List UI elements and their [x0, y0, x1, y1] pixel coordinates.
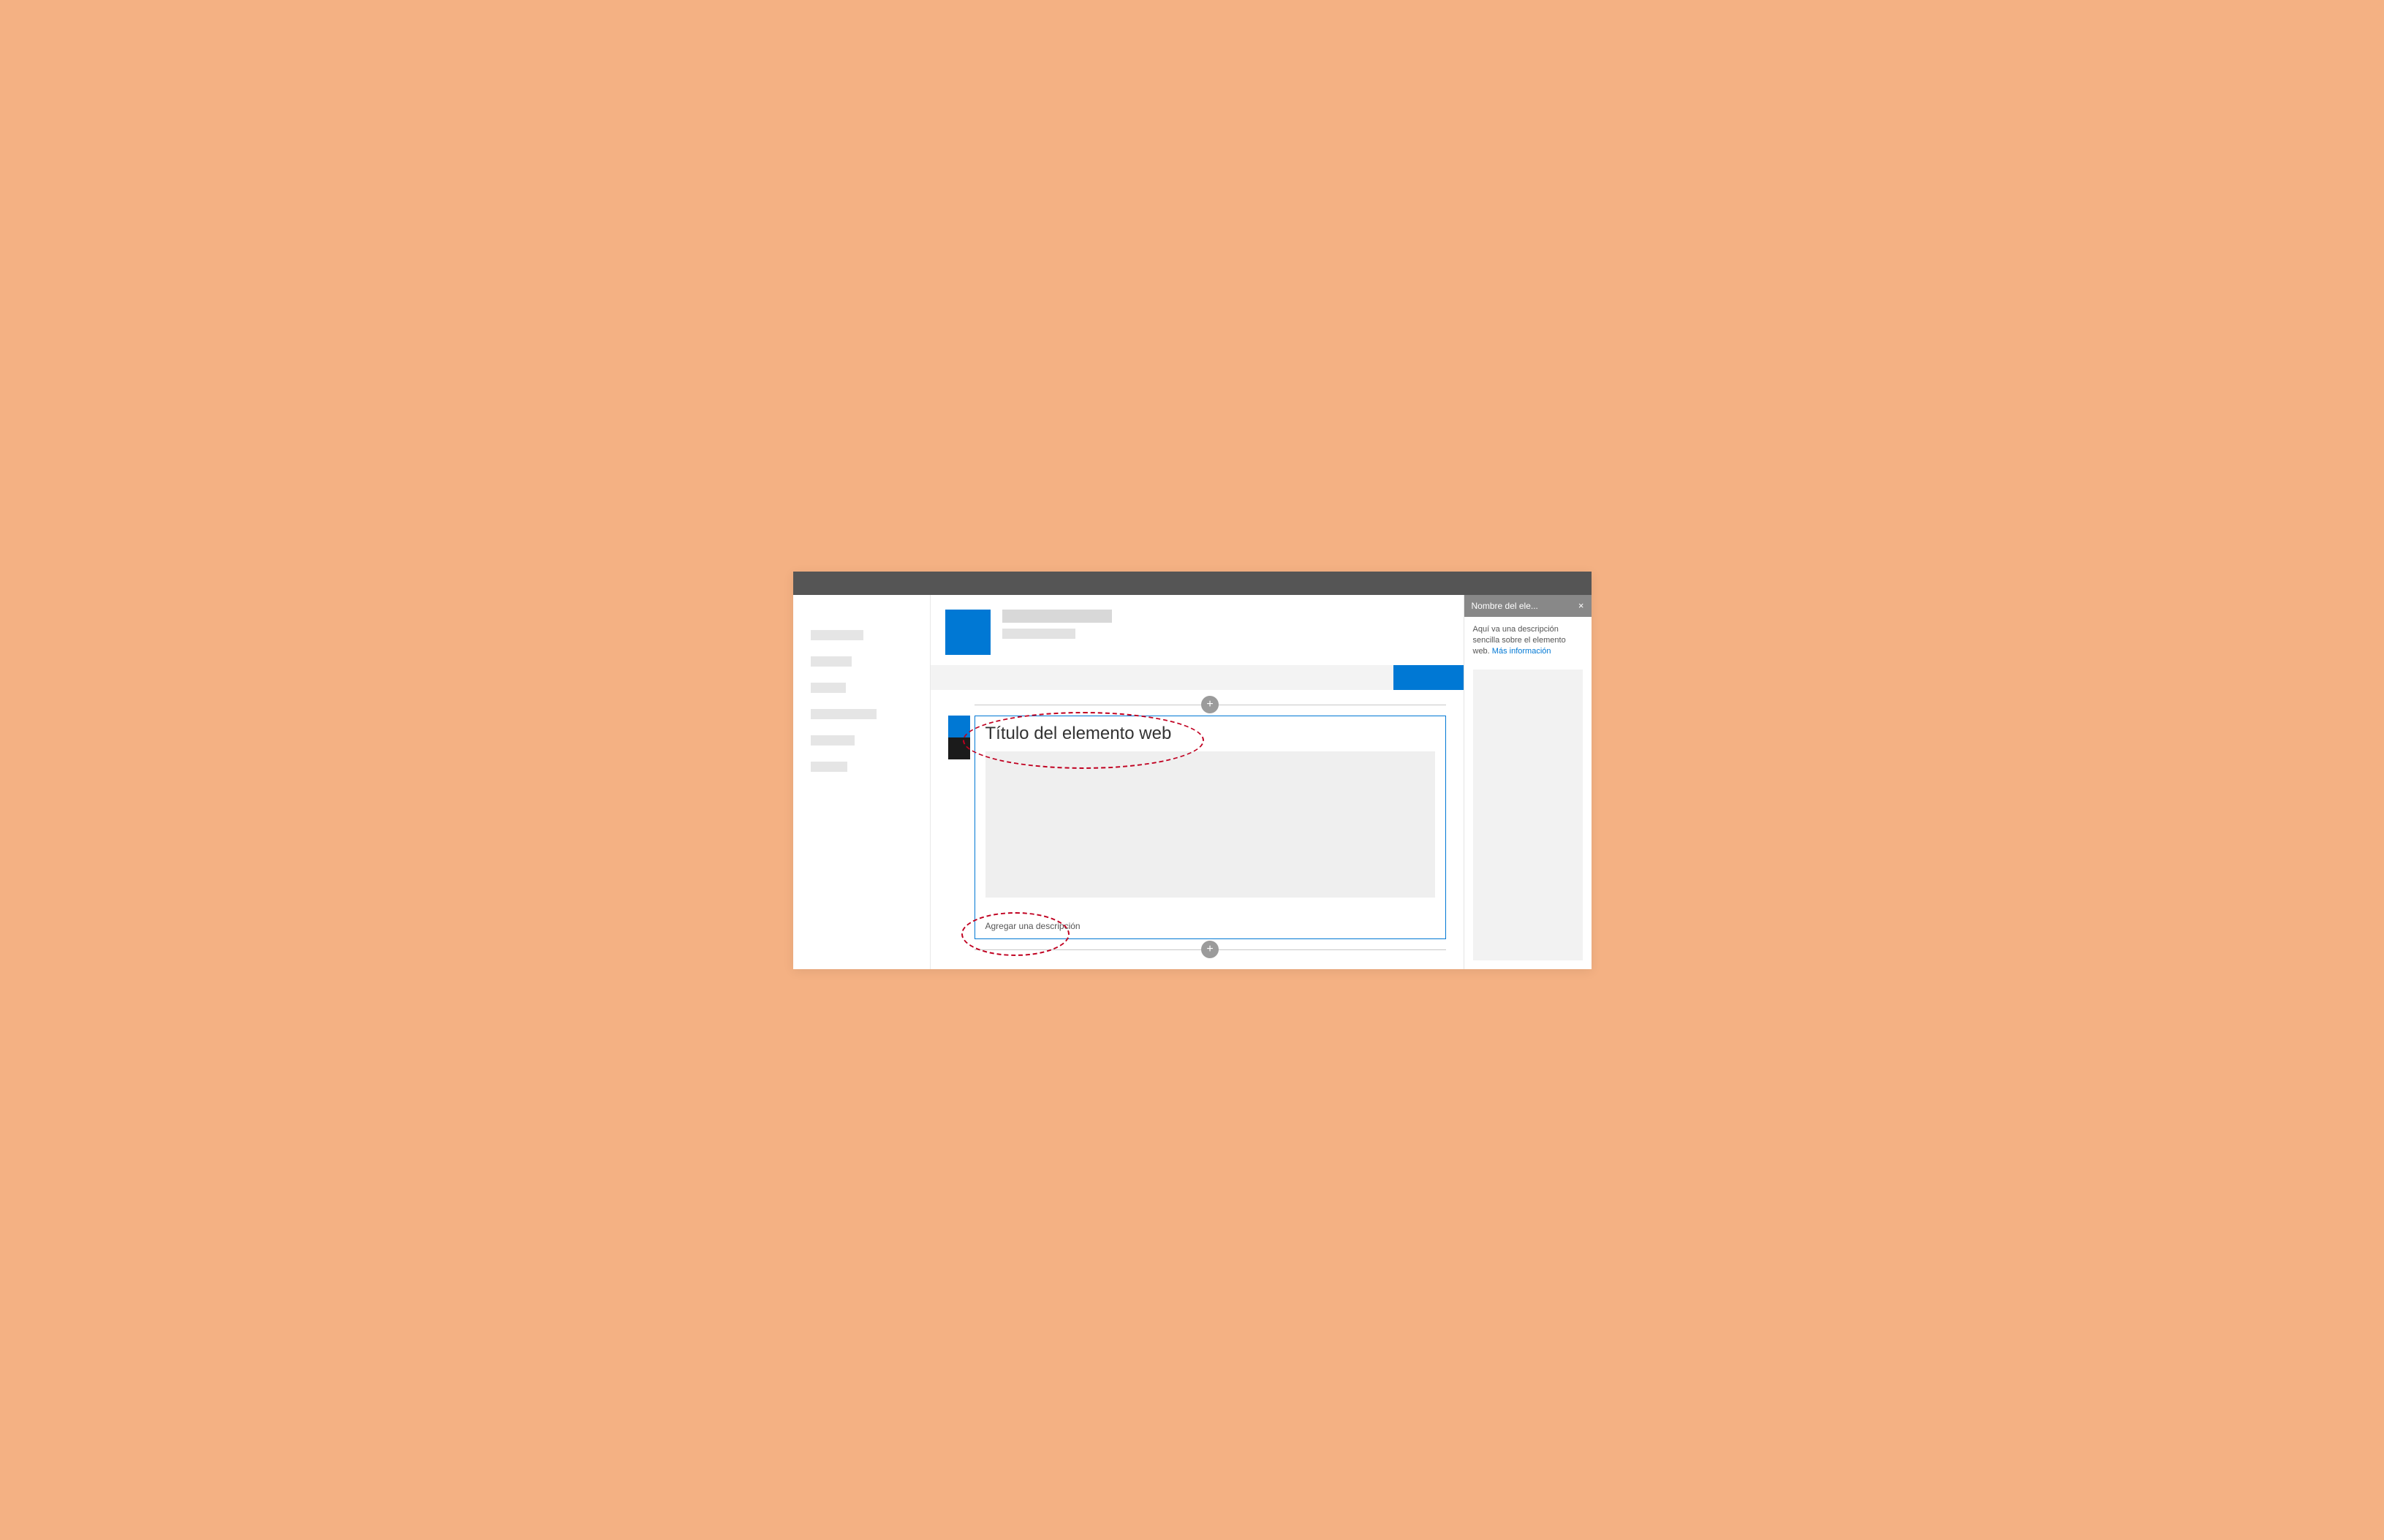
panel-content-placeholder — [1473, 670, 1583, 960]
nav-item-placeholder[interactable] — [811, 683, 846, 693]
app-body: + Título del elemento web Agregar una de… — [793, 595, 1592, 969]
webpart-container[interactable]: Título del elemento web Agregar una desc… — [975, 716, 1446, 939]
site-logo[interactable] — [945, 610, 991, 655]
nav-item-placeholder[interactable] — [811, 762, 847, 772]
page-canvas: + Título del elemento web Agregar una de… — [931, 690, 1464, 969]
left-nav — [793, 595, 930, 969]
plus-icon: + — [1206, 944, 1213, 955]
webpart-row: Título del elemento web Agregar una desc… — [948, 716, 1446, 939]
more-info-link[interactable]: Más información — [1492, 647, 1551, 656]
add-section-button-top[interactable]: + — [1201, 696, 1219, 713]
site-subtitle-placeholder — [1002, 629, 1075, 639]
nav-item-placeholder[interactable] — [811, 656, 852, 667]
nav-item-placeholder[interactable] — [811, 709, 877, 719]
webpart-toolbox — [948, 716, 970, 939]
webpart-title[interactable]: Título del elemento web — [985, 724, 1435, 744]
add-section-button-bottom[interactable]: + — [1201, 941, 1219, 958]
close-icon[interactable]: × — [1573, 600, 1584, 611]
command-bar — [931, 665, 1464, 690]
webpart-move-button[interactable] — [948, 737, 970, 759]
panel-title: Nombre del ele... — [1472, 601, 1573, 611]
section-divider-bottom: + — [975, 949, 1446, 950]
nav-item-placeholder[interactable] — [811, 735, 855, 746]
command-bar-primary-button[interactable] — [1393, 665, 1464, 690]
nav-item-placeholder[interactable] — [811, 630, 863, 640]
webpart-description-placeholder[interactable]: Agregar una descripción — [985, 921, 1435, 931]
main-content: + Título del elemento web Agregar una de… — [930, 595, 1464, 969]
plus-icon: + — [1206, 699, 1213, 710]
site-title-placeholder — [1002, 610, 1112, 623]
panel-description: Aquí va una descripción sencilla sobre e… — [1464, 617, 1592, 665]
app-frame: + Título del elemento web Agregar una de… — [793, 572, 1592, 969]
panel-header: Nombre del ele... × — [1464, 595, 1592, 617]
site-title-block — [1002, 610, 1112, 639]
webpart-body-placeholder[interactable] — [985, 751, 1435, 898]
webpart-edit-button[interactable] — [948, 716, 970, 737]
suite-bar — [793, 572, 1592, 595]
site-header — [931, 610, 1464, 665]
property-panel: Nombre del ele... × Aquí va una descripc… — [1464, 595, 1592, 969]
